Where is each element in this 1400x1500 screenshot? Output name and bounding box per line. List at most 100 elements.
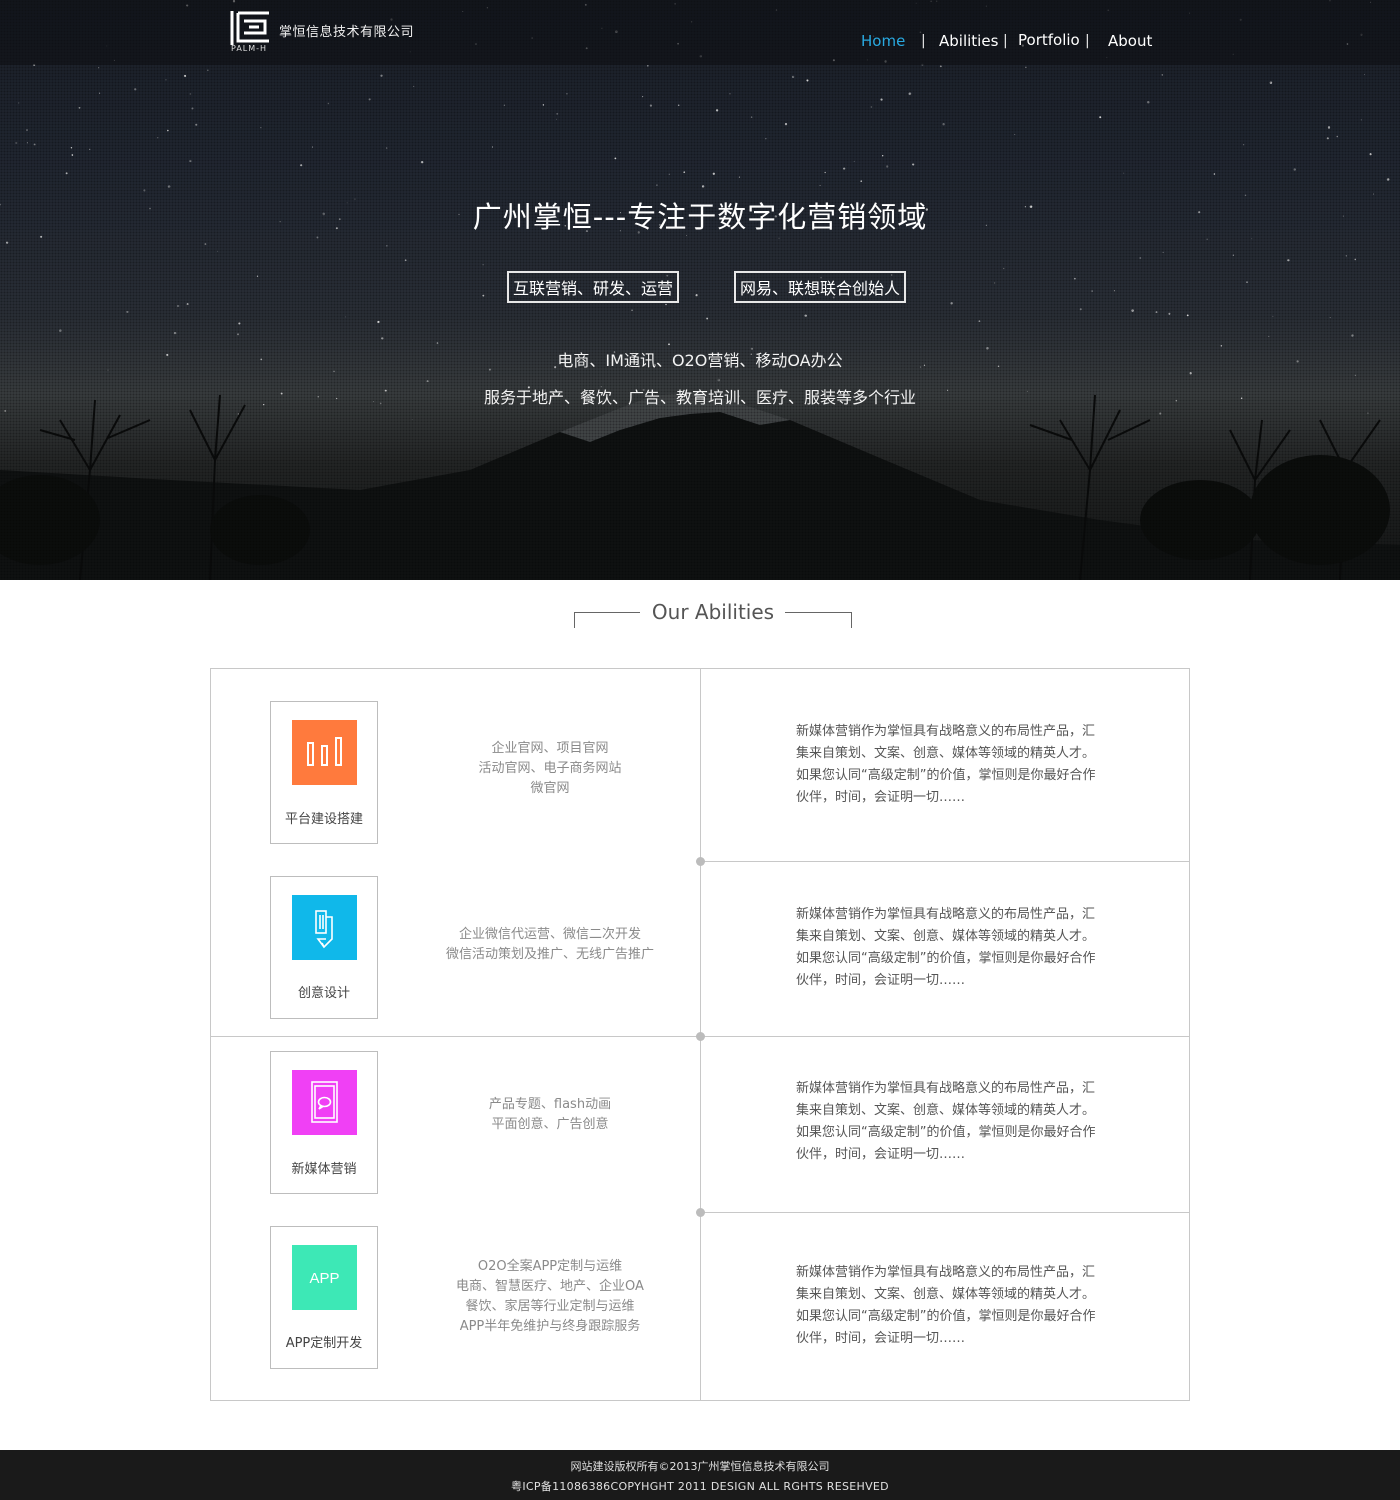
star [853, 160, 855, 162]
star [1168, 312, 1171, 315]
star [1113, 290, 1115, 292]
star [806, 79, 809, 82]
star [126, 310, 129, 313]
star [377, 320, 380, 324]
star [6, 241, 9, 244]
hero-tag-founders: 网易、联想联合创始人 [734, 271, 907, 303]
grid-row-divider [700, 861, 1190, 862]
ability-card-creative[interactable]: 创意设计 [270, 876, 378, 1019]
star [134, 88, 137, 91]
ability-card-app[interactable]: APP APP定制开发 [270, 1226, 378, 1369]
star [491, 146, 493, 148]
nav-separator: | [1085, 33, 1090, 49]
ability-label: 新媒体营销 [291, 1162, 357, 1177]
app-icon-text: APP [309, 1270, 339, 1287]
desc-line: 餐饮、家居等行业定制与运维 [465, 1299, 635, 1314]
star [778, 237, 780, 239]
star [712, 172, 715, 175]
star [404, 259, 407, 262]
star [1326, 137, 1329, 140]
ability-card-platform[interactable]: 平台建设搭建 [270, 701, 378, 844]
star [316, 236, 319, 239]
section-title: Our Abilities [651, 600, 775, 624]
ability-desc-platform: 企业官网、项目官网 活动官网、电子商务网站 微官网 [400, 739, 700, 799]
star [381, 337, 384, 340]
star [860, 180, 863, 183]
star [503, 104, 506, 106]
desc-line: 平面创意、广告创意 [491, 1117, 609, 1132]
hero-services-line: 电商、IM通讯、O2O营销、移动OA办公 [557, 351, 843, 370]
star [71, 154, 74, 156]
star [791, 75, 795, 79]
star [385, 147, 388, 149]
star [1251, 238, 1253, 240]
star [157, 137, 159, 139]
star [1014, 133, 1016, 135]
star [368, 98, 371, 101]
desc-line: 企业官网、项目官网 [491, 741, 609, 756]
star [311, 146, 314, 148]
ability-para: 新媒体营销作为掌恒具有战略意义的布局性产品，汇集来自策划、文案、创意、媒体等领域… [796, 1265, 1096, 1346]
night-sky-mountain-scene [0, 0, 1400, 580]
star [729, 93, 731, 95]
star [1360, 119, 1362, 121]
star [1213, 173, 1216, 175]
star [717, 378, 721, 382]
nav-about[interactable]: About [1108, 32, 1152, 50]
star [195, 123, 198, 126]
star [183, 74, 187, 78]
star [1336, 135, 1338, 138]
star [950, 302, 953, 305]
ability-desc-app: O2O全案APP定制与运维 电商、智慧医疗、地产、企业OA 餐饮、家居等行业定制… [400, 1257, 700, 1337]
star [885, 165, 889, 168]
star [4, 409, 7, 412]
pencil-icon [292, 895, 357, 960]
star [1091, 290, 1093, 292]
star [207, 69, 209, 71]
star [994, 282, 996, 284]
star [677, 104, 680, 107]
desc-line: APP半年免维护与终身跟踪服务 [459, 1319, 641, 1334]
top-navigation-bar: PALM-H 掌恒信息技术有限公司 Home | Abilities | Por… [0, 0, 1400, 65]
star [173, 331, 177, 335]
star [978, 320, 981, 323]
star [26, 142, 28, 144]
star [765, 138, 767, 140]
nav-abilities[interactable]: Abilities [939, 32, 998, 50]
star [1232, 254, 1234, 256]
star [165, 79, 167, 81]
nav-separator: | [1003, 33, 1008, 49]
star [908, 92, 912, 96]
star [819, 184, 821, 186]
star [1369, 153, 1372, 156]
star [649, 104, 653, 107]
ability-card-newmedia[interactable]: 新媒体营销 [270, 1051, 378, 1194]
star [1272, 315, 1274, 317]
star [99, 92, 101, 94]
bar-chart-icon [292, 720, 357, 785]
star [186, 303, 189, 306]
star [1367, 412, 1369, 414]
desc-line: O2O全案APP定制与运维 [477, 1259, 623, 1274]
star [1329, 317, 1331, 319]
star [706, 317, 709, 320]
star [1146, 100, 1150, 104]
star [238, 322, 241, 325]
star [167, 185, 171, 188]
nav-portfolio[interactable]: Portfolio [1018, 31, 1080, 49]
star [1131, 309, 1134, 312]
star [70, 147, 73, 149]
nav-home[interactable]: Home [861, 32, 905, 50]
star [420, 160, 424, 164]
star [167, 129, 169, 132]
star [701, 185, 705, 188]
star [715, 109, 719, 112]
star [1099, 116, 1102, 119]
desc-line: 企业微信代运营、微信二次开发 [458, 927, 641, 942]
star [631, 309, 633, 311]
star [300, 164, 303, 167]
star [176, 304, 180, 308]
star [33, 143, 36, 146]
grid-node-dot [696, 1208, 705, 1217]
star [89, 148, 91, 151]
